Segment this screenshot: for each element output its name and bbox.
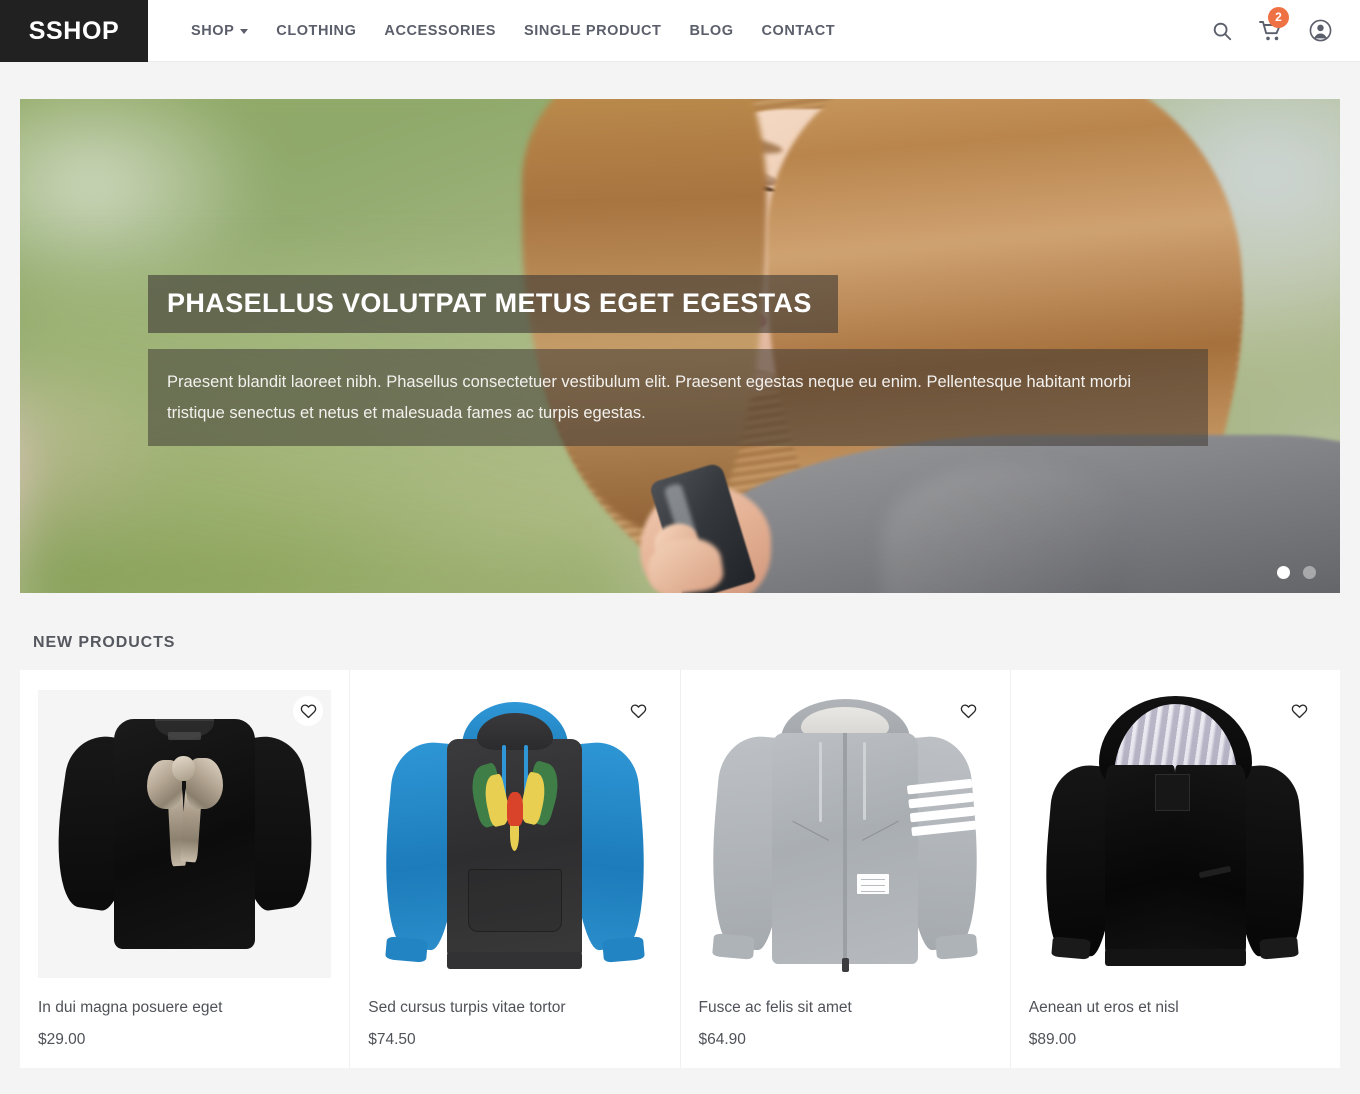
drawstring-left xyxy=(818,741,822,823)
hero-subtitle: Praesent blandit laoreet nibh. Phasellus… xyxy=(167,373,1132,422)
product-card[interactable]: Fusce ac felis sit amet $64.90 xyxy=(681,670,1011,1068)
nav-item-shop-label: SHOP xyxy=(191,22,235,39)
bow-knot xyxy=(171,755,195,781)
site-logo-text: SSHOP xyxy=(28,16,120,45)
product-image xyxy=(1029,690,1322,978)
hero-carousel[interactable]: PHASELLUS VOLUTPAT METUS EGET EGESTAS Pr… xyxy=(20,99,1340,593)
hero-caption: PHASELLUS VOLUTPAT METUS EGET EGESTAS Pr… xyxy=(148,275,1208,447)
hoodie-cuff-right xyxy=(935,933,979,960)
product-name[interactable]: In dui magna posuere eget xyxy=(38,999,331,1017)
nav-item-accessories[interactable]: ACCESSORIES xyxy=(370,23,510,39)
hero-title-box: PHASELLUS VOLUTPAT METUS EGET EGESTAS xyxy=(148,275,838,333)
new-products-grid: In dui magna posuere eget $29.00 Sed cur… xyxy=(20,670,1340,1068)
zipper xyxy=(843,733,848,970)
product-image xyxy=(38,690,332,978)
user-account-icon[interactable] xyxy=(1309,19,1332,42)
product-card[interactable]: In dui magna posuere eget $29.00 xyxy=(20,670,351,1068)
main-navigation: SHOP CLOTHING ACCESSORIES SINGLE PRODUCT… xyxy=(148,0,849,61)
brand-label-patch xyxy=(856,874,890,895)
kangaroo-pocket xyxy=(467,868,562,932)
heart-icon[interactable] xyxy=(1284,696,1314,726)
tee-neck-label xyxy=(168,731,201,741)
hoodie-cuff-left xyxy=(712,933,756,960)
product-name[interactable]: Aenean ut eros et nisl xyxy=(1029,999,1322,1017)
zipper-pull xyxy=(841,957,850,973)
product-price: $64.90 xyxy=(698,1031,746,1048)
hoodie-hem xyxy=(1104,949,1246,967)
search-icon[interactable] xyxy=(1211,20,1233,42)
parrot-graphic xyxy=(464,759,565,857)
hero-carousel-wrapper: PHASELLUS VOLUTPAT METUS EGET EGESTAS Pr… xyxy=(0,62,1360,593)
hoodie-cuff-right xyxy=(601,935,645,963)
product-name[interactable]: Fusce ac felis sit amet xyxy=(699,999,992,1017)
product-price: $29.00 xyxy=(38,1031,86,1048)
product-price: $89.00 xyxy=(1028,1031,1077,1048)
blue-raglan-parrot-hoodie-art xyxy=(368,690,661,978)
hoodie-cuff-left xyxy=(1051,936,1092,960)
chest-patch xyxy=(1154,773,1191,811)
parrot-body xyxy=(506,792,523,826)
nav-item-blog[interactable]: BLOG xyxy=(675,23,747,39)
black-sequin-bow-tee-art xyxy=(38,690,331,978)
site-header: SSHOP SHOP CLOTHING ACCESSORIES SINGLE P… xyxy=(0,0,1360,62)
hoodie-cuff-right xyxy=(1259,936,1300,960)
drawstring-right xyxy=(862,741,866,820)
carousel-dot-2[interactable] xyxy=(1303,566,1316,579)
site-logo[interactable]: SSHOP xyxy=(0,0,148,62)
four-bar-sleeve-stripes xyxy=(906,778,978,849)
chevron-down-icon xyxy=(240,29,249,34)
nav-item-single-product[interactable]: SINGLE PRODUCT xyxy=(510,23,675,39)
header-actions: 2 xyxy=(1211,0,1360,61)
product-card[interactable]: Sed cursus turpis vitae tortor $74.50 xyxy=(350,670,681,1068)
shopping-cart-icon[interactable]: 2 xyxy=(1259,6,1289,42)
nav-item-clothing[interactable]: CLOTHING xyxy=(262,23,370,39)
heart-icon[interactable] xyxy=(623,696,654,726)
hoodie-cuff-left xyxy=(384,935,428,963)
product-name[interactable]: Sed cursus turpis vitae tortor xyxy=(368,999,661,1017)
product-image xyxy=(699,690,992,978)
carousel-dot-1-active[interactable] xyxy=(1277,566,1290,579)
black-sherpa-lined-hoodie-art xyxy=(1029,690,1322,978)
cart-count-badge: 2 xyxy=(1268,6,1289,28)
product-image xyxy=(368,690,661,978)
heart-icon[interactable] xyxy=(953,696,984,726)
hero-subtitle-box: Praesent blandit laoreet nibh. Phasellus… xyxy=(148,349,1208,447)
gray-striped-zip-hoodie-art xyxy=(699,690,992,978)
nav-item-shop[interactable]: SHOP xyxy=(177,23,262,39)
hoodie-hem xyxy=(447,952,583,970)
new-products-wrapper: In dui magna posuere eget $29.00 Sed cur… xyxy=(0,670,1360,1068)
sequin-bow-graphic xyxy=(146,753,223,868)
new-products-header: NEW PRODUCTS xyxy=(0,593,1360,670)
hero-title: PHASELLUS VOLUTPAT METUS EGET EGESTAS xyxy=(167,288,812,318)
new-products-heading: NEW PRODUCTS xyxy=(33,634,176,651)
nav-item-contact[interactable]: CONTACT xyxy=(748,23,850,39)
product-price: $74.50 xyxy=(368,1031,416,1048)
carousel-indicators xyxy=(1277,566,1316,579)
product-card[interactable]: Aenean ut eros et nisl $89.00 xyxy=(1011,670,1340,1068)
